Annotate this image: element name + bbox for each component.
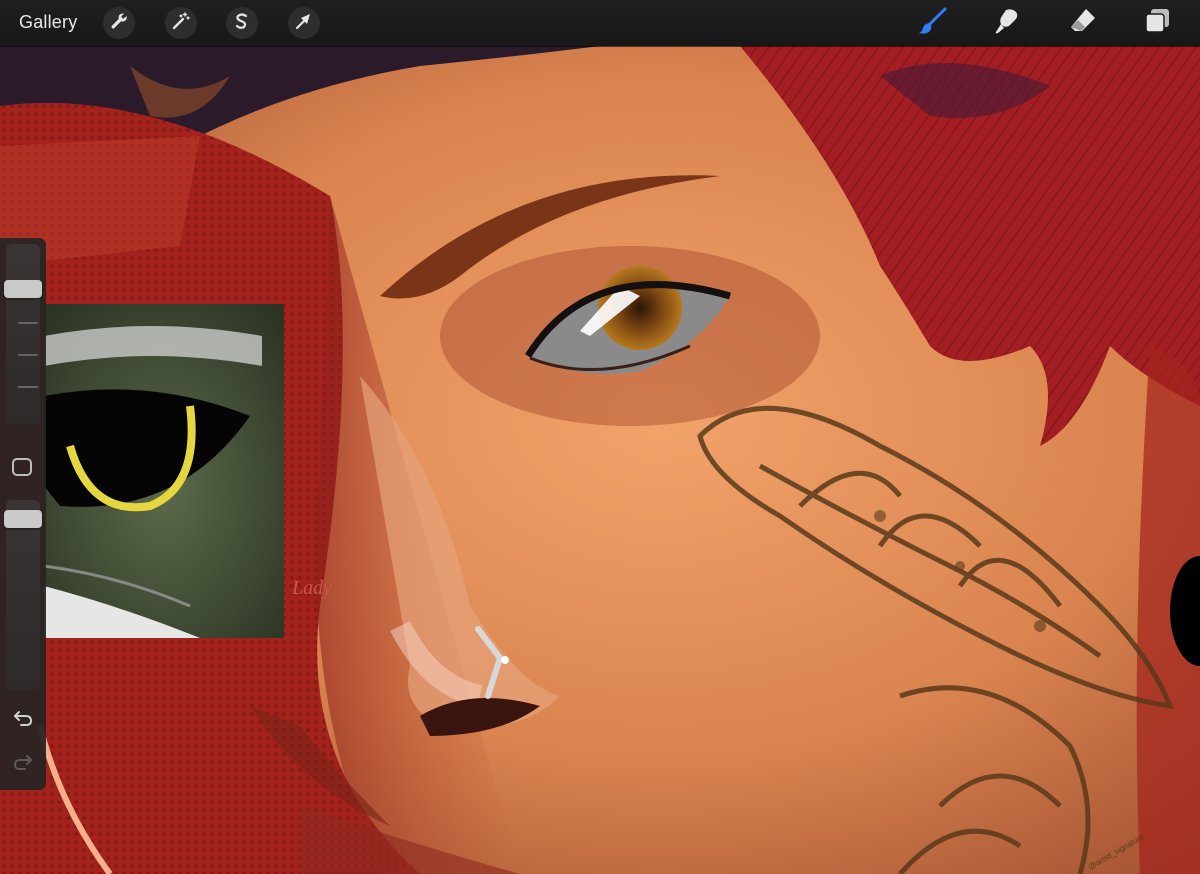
undo-icon	[13, 709, 33, 732]
opacity-slider[interactable]	[6, 500, 40, 690]
top-toolbar: Gallery	[0, 0, 1200, 46]
size-tick	[18, 386, 38, 388]
brush-size-slider[interactable]	[6, 244, 40, 424]
undo-button[interactable]	[11, 708, 35, 732]
drawing-canvas[interactable]: Lady @artist_signature	[0, 46, 1200, 874]
selection-s-icon	[233, 12, 251, 35]
gallery-button[interactable]: Gallery	[19, 12, 77, 33]
size-tick	[18, 354, 38, 356]
arrow-transform-icon	[295, 12, 313, 35]
adjustments-button[interactable]	[165, 7, 197, 39]
artwork: Lady @artist_signature	[0, 46, 1200, 874]
square-icon[interactable]	[12, 458, 32, 476]
transform-button[interactable]	[288, 7, 320, 39]
actions-button[interactable]	[103, 7, 135, 39]
opacity-thumb[interactable]	[4, 510, 42, 528]
inset-reference-image	[43, 304, 284, 638]
smudge-icon	[992, 6, 1022, 41]
wrench-icon	[110, 12, 128, 35]
layers-icon	[1142, 6, 1172, 41]
layers-button[interactable]	[1142, 8, 1172, 38]
sidebar	[0, 238, 46, 790]
eraser-icon	[1068, 6, 1098, 41]
redo-icon	[13, 753, 33, 776]
eraser-tool-button[interactable]	[1068, 8, 1098, 38]
smudge-tool-button[interactable]	[992, 8, 1022, 38]
magic-wand-icon	[172, 11, 190, 35]
selection-button[interactable]	[226, 7, 258, 39]
brush-icon	[918, 6, 948, 41]
brush-tool-button[interactable]	[918, 6, 948, 41]
svg-text:Lady: Lady	[291, 577, 332, 599]
redo-button[interactable]	[11, 752, 35, 776]
brush-size-thumb[interactable]	[4, 279, 42, 298]
size-tick	[18, 322, 38, 324]
